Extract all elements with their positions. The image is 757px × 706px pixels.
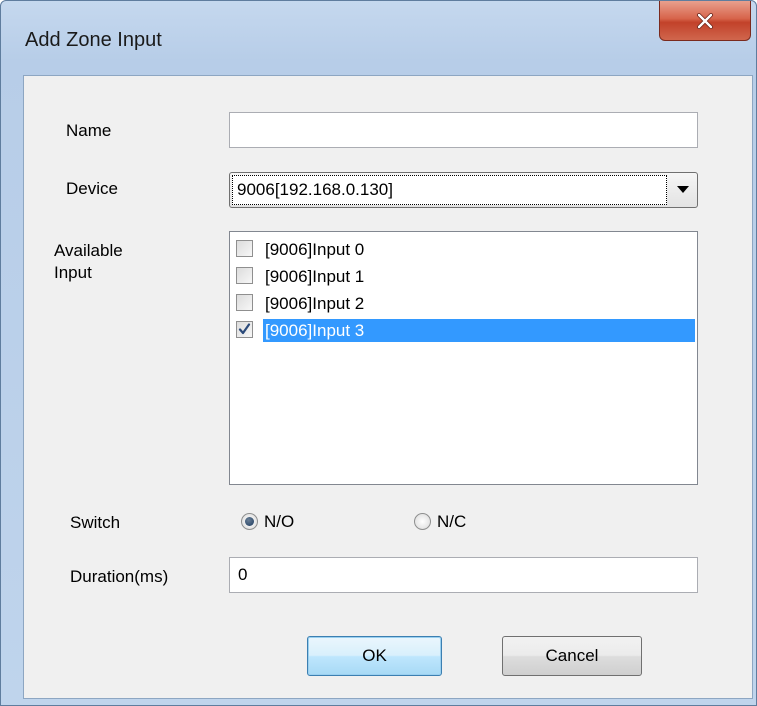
device-label: Device [66, 179, 118, 198]
checkbox-input-0[interactable] [236, 240, 253, 257]
switch-label: Switch [70, 513, 121, 532]
cancel-button[interactable]: Cancel [502, 636, 642, 676]
list-item-label: [9006]Input 2 [265, 294, 365, 313]
available-input-label-line1: Available [54, 241, 123, 260]
close-icon [697, 12, 713, 29]
device-dropdown[interactable]: 9006[192.168.0.130] [229, 172, 698, 208]
device-dropdown-value: 9006[192.168.0.130] [232, 175, 667, 205]
title-bar[interactable]: Add Zone Input [1, 1, 756, 67]
ok-button[interactable]: OK [307, 636, 442, 676]
list-item-input-0[interactable]: [9006]Input 0 [232, 236, 695, 263]
radio-no[interactable] [241, 513, 258, 530]
list-item-input-2[interactable]: [9006]Input 2 [232, 290, 695, 317]
checkbox-input-1[interactable] [236, 267, 253, 284]
radio-selected-dot [245, 517, 254, 526]
available-input-label-line2: Input [54, 263, 92, 282]
dialog-window: Add Zone Input Name Device 9006[192.168.… [0, 0, 757, 706]
name-label: Name [66, 121, 112, 140]
chevron-down-icon[interactable] [677, 173, 689, 207]
list-item-input-3[interactable]: [9006]Input 3 [232, 317, 695, 344]
radio-nc-label[interactable]: N/C [437, 511, 466, 532]
duration-label: Duration(ms) [70, 567, 169, 586]
list-item-input-1[interactable]: [9006]Input 1 [232, 263, 695, 290]
list-item-label: [9006]Input 3 [263, 319, 695, 342]
checkbox-input-2[interactable] [236, 294, 253, 311]
dialog-body: Name Device 9006[192.168.0.130] Availabl… [23, 75, 753, 699]
checkmark-icon [238, 323, 251, 335]
radio-no-label[interactable]: N/O [264, 511, 294, 532]
dialog-title: Add Zone Input [25, 29, 162, 51]
available-input-list[interactable]: [9006]Input 0 [9006]Input 1 [9006]Input … [229, 231, 698, 485]
list-item-label: [9006]Input 1 [265, 267, 365, 286]
name-field[interactable] [229, 112, 698, 148]
list-item-label: [9006]Input 0 [265, 240, 365, 259]
duration-field[interactable]: 0 [229, 557, 698, 593]
radio-nc[interactable] [414, 513, 431, 530]
close-button[interactable] [659, 1, 751, 41]
checkbox-input-3[interactable] [236, 321, 253, 338]
